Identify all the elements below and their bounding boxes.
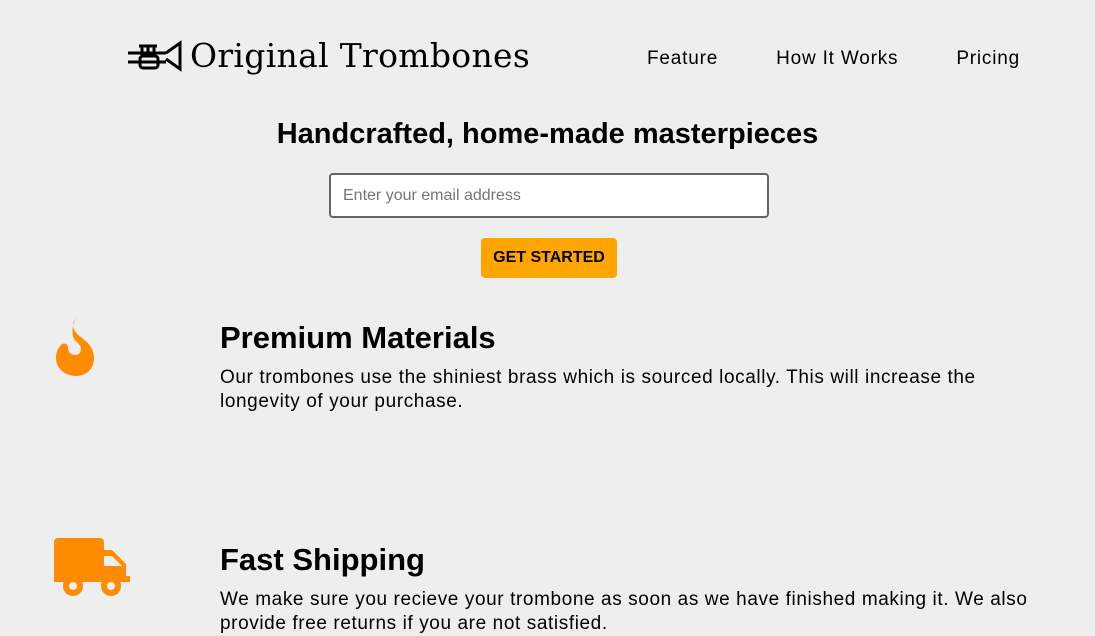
fire-icon (56, 318, 94, 376)
nav-feature[interactable]: Feature (647, 48, 718, 70)
truck-icon (54, 538, 130, 596)
header: Original Trombones Feature How It Works … (0, 0, 1095, 110)
feature-description: We make sure you recieve your trombone a… (220, 589, 1028, 634)
email-input[interactable] (329, 173, 769, 218)
brand-name: Original Trombones (190, 36, 531, 75)
nav-pricing[interactable]: Pricing (956, 48, 1020, 70)
feature-title: Fast Shipping (220, 542, 425, 577)
nav: Feature How It Works Pricing (647, 48, 1020, 70)
trumpet-icon (128, 39, 182, 72)
get-started-button[interactable]: GET STARTED (481, 238, 617, 278)
nav-how-it-works[interactable]: How It Works (776, 48, 898, 70)
feature-description: Our trombones use the shiniest brass whi… (220, 367, 976, 412)
feature-title: Premium Materials (220, 320, 496, 355)
hero-title: Handcrafted, home-made masterpieces (276, 118, 819, 150)
logo[interactable]: Original Trombones (126, 36, 530, 75)
